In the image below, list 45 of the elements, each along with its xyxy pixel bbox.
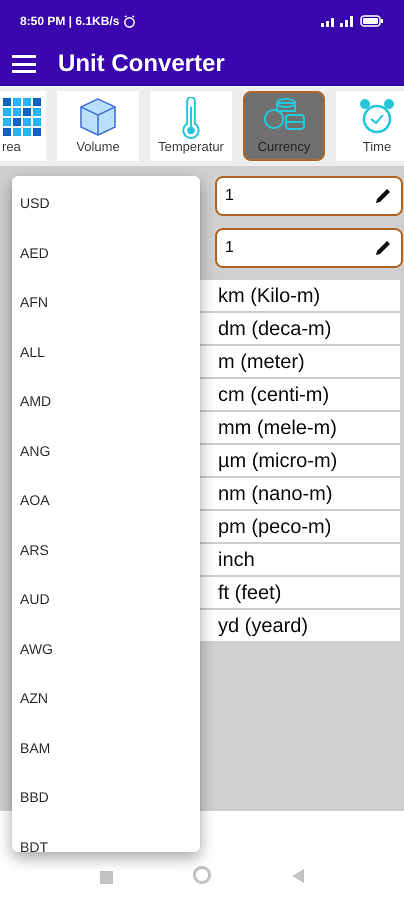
- dropdown-option[interactable]: ALL: [12, 342, 200, 391]
- dropdown-option[interactable]: ARS: [12, 540, 200, 589]
- unit-row[interactable]: m (meter): [200, 346, 400, 377]
- unit-row[interactable]: km (Kilo-m): [200, 280, 400, 311]
- dropdown-option[interactable]: AED: [12, 242, 200, 292]
- pencil-icon: [373, 186, 393, 206]
- unit-row[interactable]: µm (micro-m): [200, 445, 400, 476]
- home-icon[interactable]: [192, 866, 210, 884]
- dropdown-option[interactable]: BDT: [12, 836, 200, 852]
- unit-row[interactable]: cm (centi-m): [200, 379, 400, 410]
- dropdown-option[interactable]: ANG: [12, 440, 200, 490]
- dropdown-option[interactable]: AOA: [12, 490, 200, 540]
- category-tile[interactable]: rea: [0, 91, 46, 161]
- unit-row[interactable]: mm (mele-m): [200, 412, 400, 443]
- dropdown-option[interactable]: AWG: [12, 638, 200, 688]
- cube-icon: [78, 97, 118, 137]
- dropdown-option[interactable]: USD: [12, 193, 200, 242]
- pencil-icon: [373, 238, 393, 258]
- dropdown-option[interactable]: BAM: [12, 738, 200, 787]
- unit-row[interactable]: yd (yeard): [200, 610, 400, 641]
- dropdown-option[interactable]: BBD: [12, 787, 200, 836]
- coins-icon: [262, 97, 306, 133]
- category-tile[interactable]: Time: [336, 91, 404, 161]
- dropdown-option[interactable]: AFN: [12, 292, 200, 342]
- grid-icon: [2, 97, 42, 137]
- unit-row[interactable]: nm (nano-m): [200, 478, 400, 509]
- status-time: 8:50 PM | 6.1KB/s: [20, 13, 120, 30]
- unit-row[interactable]: dm (deca-m): [200, 313, 400, 344]
- app-title: Unit Converter: [58, 49, 225, 79]
- dropdown-option[interactable]: AMD: [12, 391, 200, 440]
- unit-row[interactable]: ft (feet): [200, 577, 400, 608]
- category-tile[interactable]: Volume: [57, 91, 139, 161]
- dropdown-option[interactable]: AZN: [12, 688, 200, 738]
- category-tile[interactable]: Temperatur: [150, 91, 232, 161]
- menu-icon[interactable]: [12, 55, 36, 73]
- back-icon[interactable]: [290, 868, 304, 884]
- battery-icon: [360, 15, 384, 27]
- unit-row[interactable]: inch: [200, 544, 400, 575]
- input-field[interactable]: 1: [215, 176, 403, 216]
- input-field[interactable]: 1: [215, 228, 403, 268]
- dropdown-option[interactable]: AUD: [12, 589, 200, 638]
- signal-icon: [321, 15, 355, 27]
- unit-row[interactable]: pm (peco-m): [200, 511, 400, 542]
- recent-apps-icon[interactable]: [100, 871, 112, 884]
- alarm-icon: [123, 14, 136, 28]
